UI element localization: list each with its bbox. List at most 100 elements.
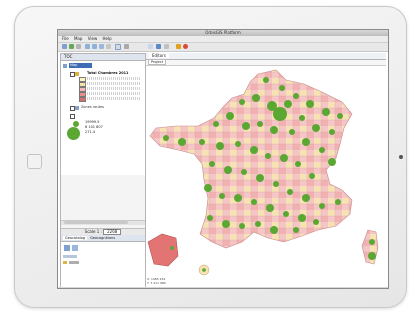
proportional-dot — [202, 268, 206, 272]
zoom-out-icon[interactable] — [92, 44, 97, 49]
toc-tree: Map Total Chambres 2011 Zones routes 199… — [61, 61, 145, 175]
legend-range-label — [85, 82, 141, 85]
scale-label: Scale 1 : — [84, 229, 102, 234]
full-extent-icon[interactable] — [106, 44, 111, 49]
proportional-dot — [242, 122, 250, 130]
proportional-dot — [368, 252, 376, 260]
catalog-area — [61, 242, 145, 287]
proportional-dot — [329, 129, 335, 135]
proportional-dot — [163, 135, 169, 141]
proportional-dot — [283, 211, 289, 217]
editors-tab[interactable]: Editors — [149, 53, 169, 58]
layer3-checkbox[interactable] — [70, 114, 75, 119]
edit-icon[interactable] — [148, 44, 153, 49]
select-icon[interactable] — [115, 44, 121, 50]
proportional-dot — [199, 139, 205, 145]
toc-root[interactable]: Map — [69, 63, 92, 68]
tab-geocognitions[interactable]: Geocognitions — [90, 236, 115, 240]
proportional-dot — [322, 108, 330, 116]
pan-icon[interactable] — [99, 44, 104, 49]
proportional-dot — [309, 173, 315, 179]
proportional-dot — [222, 220, 230, 228]
proportional-dot — [178, 138, 186, 146]
catalog-item[interactable] — [69, 261, 79, 264]
proportional-dot — [257, 121, 263, 127]
app-screen: OrbisGIS Platform File Map View Help TOC… — [57, 29, 389, 289]
project-tab[interactable]: Project — [148, 59, 166, 65]
tab-geocatalog[interactable]: Geocatalog — [63, 236, 87, 240]
add-source-icon[interactable] — [64, 245, 70, 251]
menu-bar: File Map View Help — [58, 36, 388, 43]
play-icon[interactable] — [156, 44, 161, 49]
menu-map[interactable]: Map — [74, 36, 82, 41]
layer2-label[interactable]: Zones routes — [81, 105, 104, 109]
proportional-dot — [298, 214, 306, 222]
proportional-dot — [270, 226, 278, 234]
scale-row: Scale 1 : 2268 — [61, 228, 145, 235]
proportional-dot — [328, 158, 336, 166]
proportional-dot — [313, 219, 319, 225]
horizontal-scrollbar[interactable] — [61, 220, 145, 225]
proportional-dot — [287, 189, 293, 195]
menu-view[interactable]: View — [88, 36, 98, 41]
status-bar — [58, 287, 388, 288]
toc-panel: TOC Map Total Chambres 2011 Zones routes… — [60, 53, 146, 288]
map-canvas[interactable] — [146, 66, 386, 286]
legend-range-label — [85, 97, 141, 100]
open-icon[interactable] — [69, 44, 74, 49]
proportional-dot — [302, 194, 310, 202]
proportional-dot — [256, 174, 264, 182]
legend-circle-large — [67, 127, 80, 140]
toc-header: TOC — [61, 54, 145, 61]
coordinates-readout: X: 1465 234 Y: 7 211 980 — [147, 277, 166, 285]
catalog-item[interactable] — [63, 255, 77, 258]
info-icon[interactable] — [124, 44, 129, 49]
save-icon[interactable] — [76, 44, 81, 49]
toc-tab[interactable]: TOC — [64, 54, 72, 59]
draw-icon[interactable] — [176, 44, 181, 49]
proportional-dot — [270, 126, 278, 134]
measure-icon[interactable] — [164, 44, 169, 49]
proportional-dot — [239, 223, 245, 229]
proportional-dot — [263, 77, 269, 83]
new-icon[interactable] — [62, 44, 67, 49]
proportional-dot — [235, 141, 241, 147]
stop-icon[interactable] — [183, 44, 188, 49]
legend-range-label — [85, 77, 141, 80]
menu-help[interactable]: Help — [103, 36, 112, 41]
proportional-dot — [280, 154, 288, 162]
proportional-dot — [306, 100, 314, 108]
map-folder-icon — [63, 64, 67, 68]
layer-icon — [75, 72, 79, 76]
folder-icon — [63, 261, 67, 264]
legend-value: 271.4 — [85, 130, 96, 134]
layer2-icon — [75, 106, 79, 110]
proportional-dot — [265, 153, 271, 159]
proportional-dot — [273, 107, 287, 121]
proportional-dot — [293, 227, 299, 233]
proportional-dot — [295, 161, 301, 167]
proportional-dot — [255, 221, 261, 227]
proportional-dot — [204, 184, 212, 192]
camera-icon — [399, 155, 403, 159]
home-button[interactable] — [27, 154, 42, 169]
proportional-dot — [226, 112, 234, 120]
proportional-dot — [216, 142, 224, 150]
proportional-dot — [207, 215, 213, 221]
proportional-dot — [293, 93, 299, 99]
menu-file[interactable]: File — [62, 36, 69, 41]
proportional-dot — [224, 166, 232, 174]
proportional-dot — [219, 193, 225, 199]
proportional-dot — [289, 129, 295, 135]
proportional-dot — [213, 121, 219, 127]
france-map — [147, 69, 379, 276]
scrollbar-thumb[interactable] — [64, 221, 128, 224]
proportional-dot — [241, 169, 247, 175]
proportional-dot — [312, 124, 320, 132]
proportional-dot — [337, 113, 343, 119]
lower-tabs: Geocatalog Geocognitions — [61, 235, 145, 242]
zoom-in-icon[interactable] — [85, 44, 90, 49]
proportional-dot — [299, 115, 305, 121]
proportional-dot — [284, 100, 292, 108]
filter-icon[interactable] — [72, 245, 78, 251]
